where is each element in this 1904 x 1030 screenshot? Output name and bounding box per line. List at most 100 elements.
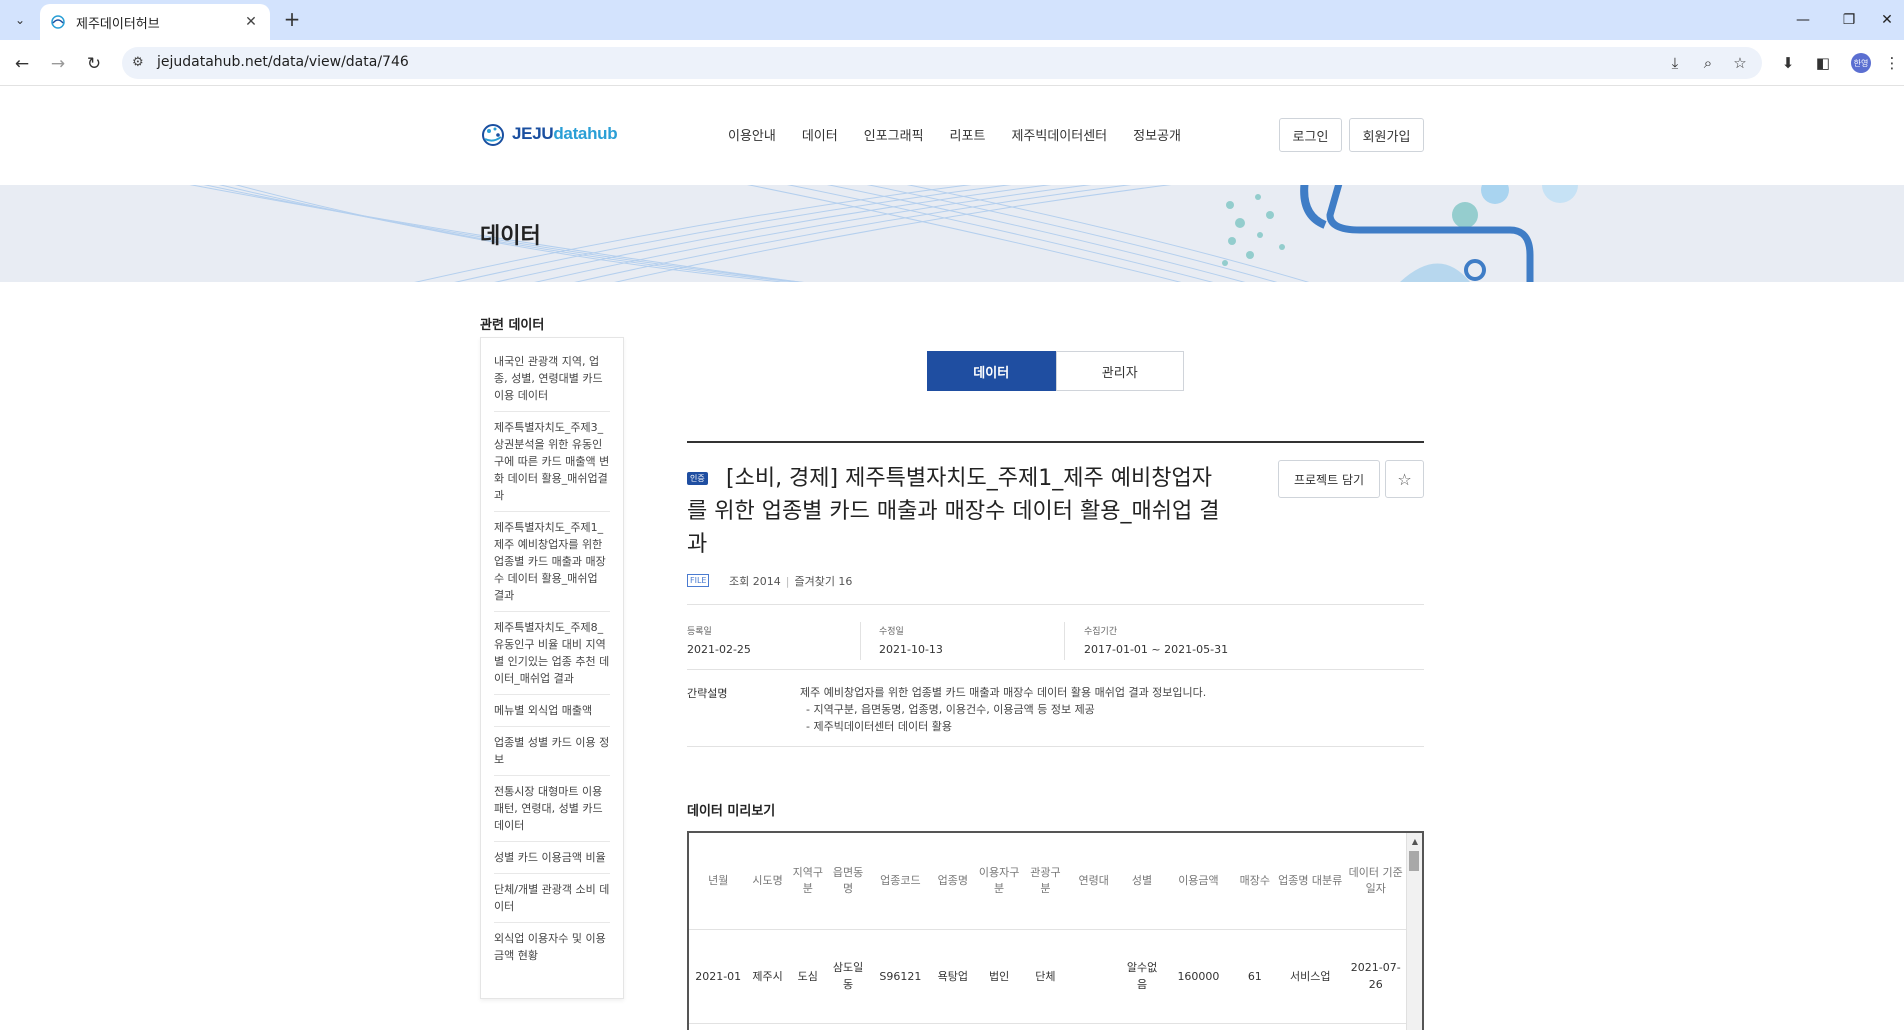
table-scrollbar[interactable]: ▲ bbox=[1406, 833, 1422, 1030]
divider bbox=[1064, 622, 1065, 660]
column-header: 데이터 기준일자 bbox=[1345, 833, 1406, 930]
list-item[interactable]: 제주특별자치도_주제8_유동인구 비율 대비 지역별 인기있는 업종 추천 데이… bbox=[494, 612, 610, 695]
logo-mark-icon bbox=[482, 124, 504, 146]
side-panel-icon[interactable]: ◧ bbox=[1810, 51, 1836, 75]
tab-title: 제주데이터허브 bbox=[76, 16, 160, 32]
column-header: 이용금액 bbox=[1162, 833, 1235, 930]
login-button[interactable]: 로그인 bbox=[1279, 118, 1342, 152]
site-favicon-icon bbox=[51, 15, 65, 29]
file-type-tag: FILE bbox=[687, 574, 710, 587]
certified-badge: 인증 bbox=[687, 472, 708, 485]
new-tab-button[interactable]: + bbox=[280, 8, 304, 32]
list-item[interactable]: 내국인 관광객 지역, 업종, 성별, 연령대별 카드 이용 데이터 bbox=[494, 346, 610, 412]
table-cell: 알수없음 bbox=[1121, 929, 1163, 1024]
nav-item-disclosure[interactable]: 정보공개 bbox=[1133, 125, 1181, 144]
logo-text: JEJUdatahub bbox=[512, 124, 618, 143]
column-header: 읍면동명 bbox=[827, 833, 869, 930]
registered-value: 2021-02-25 bbox=[687, 643, 751, 656]
more-menu-icon[interactable]: ⋮ bbox=[1884, 51, 1900, 75]
column-header: 지역구분 bbox=[787, 833, 828, 930]
downloads-icon[interactable]: ⬇ bbox=[1775, 51, 1801, 75]
table-cell: 욕탕업 bbox=[932, 929, 973, 1024]
column-header: 년월 bbox=[689, 833, 748, 930]
reload-icon[interactable]: ↻ bbox=[80, 50, 108, 78]
nav-item-report[interactable]: 리포트 bbox=[950, 125, 986, 144]
column-header: 연령대 bbox=[1065, 833, 1122, 930]
divider bbox=[687, 604, 1424, 605]
tab-admin[interactable]: 관리자 bbox=[1055, 351, 1184, 391]
list-item[interactable]: 메뉴별 외식업 매출액 bbox=[494, 695, 610, 727]
registered-label: 등록일 bbox=[687, 627, 712, 637]
description-text: 제주 예비창업자를 위한 업종별 카드 매출과 매장수 데이터 활용 매쉬업 결… bbox=[800, 686, 1207, 733]
nav-item-infographic[interactable]: 인포그래픽 bbox=[864, 125, 924, 144]
back-icon[interactable]: ← bbox=[8, 50, 36, 78]
column-header: 매장수 bbox=[1234, 833, 1275, 930]
site-logo[interactable]: JEJUdatahub bbox=[480, 121, 618, 147]
table-cell: 61 bbox=[1234, 929, 1275, 1024]
tab-search-chevron-icon[interactable]: ⌄ bbox=[8, 8, 32, 32]
data-preview-table-frame[interactable]: 년월 시도명 지역구분 읍면동명 업종코드 업종명 이용자구분 관광구분 연령대… bbox=[687, 831, 1424, 1030]
table-cell: 단체 bbox=[1025, 929, 1066, 1024]
divider bbox=[687, 441, 1424, 443]
list-item[interactable]: 외식업 이용자수 및 이용금액 현황 bbox=[494, 923, 610, 971]
collection-period-label: 수집기간 bbox=[1084, 627, 1118, 637]
column-header: 관광구분 bbox=[1025, 833, 1066, 930]
list-item[interactable]: 제주특별자치도_주제1_제주 예비창업자를 위한 업종별 카드 매출과 매장수 … bbox=[494, 512, 610, 612]
table-cell: 삼도일동 bbox=[827, 929, 869, 1024]
detail-tabs: 데이터 관리자 bbox=[927, 351, 1184, 391]
table-cell bbox=[1065, 929, 1122, 1024]
favorite-star-icon[interactable]: ☆ bbox=[1385, 460, 1424, 498]
description-label: 간략설명 bbox=[687, 687, 728, 700]
close-window-icon[interactable]: ✕ bbox=[1864, 0, 1904, 40]
table-cell: 160000 bbox=[1162, 929, 1235, 1024]
related-data-title: 관련 데이터 bbox=[480, 318, 545, 333]
table-header-row: 년월 시도명 지역구분 읍면동명 업종코드 업종명 이용자구분 관광구분 연령대… bbox=[689, 833, 1406, 930]
forward-icon[interactable]: → bbox=[44, 50, 72, 78]
scroll-up-arrow-icon[interactable]: ▲ bbox=[1412, 837, 1418, 846]
site-info-icon[interactable]: ⚙ bbox=[132, 55, 144, 70]
list-item[interactable]: 단체/개별 관광객 소비 데이터 bbox=[494, 874, 610, 923]
related-data-list: 내국인 관광객 지역, 업종, 성별, 연령대별 카드 이용 데이터 제주특별자… bbox=[480, 337, 624, 999]
url-text[interactable]: jejudatahub.net/data/view/data/746 bbox=[157, 54, 409, 70]
download-blocked-icon[interactable]: ⤓ bbox=[1662, 51, 1688, 75]
minimize-icon[interactable]: — bbox=[1780, 0, 1826, 40]
nav-item-guide[interactable]: 이용안내 bbox=[728, 125, 776, 144]
tab-close-icon[interactable]: ✕ bbox=[242, 14, 260, 30]
scroll-thumb[interactable] bbox=[1409, 851, 1419, 871]
add-to-project-button[interactable]: 프로젝트 담기 bbox=[1278, 460, 1380, 498]
favorite-count: 즐겨찾기 16 bbox=[794, 575, 853, 588]
tab-data[interactable]: 데이터 bbox=[927, 351, 1056, 391]
list-item[interactable]: 제주특별자치도_주제3_상권분석을 위한 유동인구에 따른 카드 매출액 변화 … bbox=[494, 412, 610, 512]
main-nav: 이용안내 데이터 인포그래픽 리포트 제주빅데이터센터 정보공개 bbox=[728, 125, 1181, 144]
data-preview-table: 년월 시도명 지역구분 읍면동명 업종코드 업종명 이용자구분 관광구분 연령대… bbox=[689, 833, 1406, 1024]
list-item[interactable]: 성별 카드 이용금액 비율 bbox=[494, 842, 610, 874]
modified-value: 2021-10-13 bbox=[879, 643, 943, 656]
column-header: 이용자구분 bbox=[972, 833, 1026, 930]
list-item[interactable]: 업종별 성별 카드 이용 정보 bbox=[494, 727, 610, 776]
table-cell: 2021-07-26 bbox=[1345, 929, 1406, 1024]
divider bbox=[860, 622, 861, 660]
collection-period-value: 2017-01-01 ~ 2021-05-31 bbox=[1084, 643, 1229, 656]
list-item[interactable]: 전통시장 대형마트 이용패턴, 연령대, 성별 카드 데이터 bbox=[494, 776, 610, 842]
column-header: 업종코드 bbox=[868, 833, 933, 930]
column-header: 업종명 bbox=[932, 833, 973, 930]
table-cell: 서비스업 bbox=[1274, 929, 1346, 1024]
table-cell: 법인 bbox=[972, 929, 1026, 1024]
browser-tab[interactable]: 제주데이터허브 ✕ bbox=[40, 4, 270, 40]
data-preview-title: 데이터 미리보기 bbox=[687, 804, 776, 819]
table-cell: 2021-01 bbox=[689, 929, 748, 1024]
nav-item-data[interactable]: 데이터 bbox=[802, 125, 838, 144]
table-cell: 도심 bbox=[787, 929, 828, 1024]
divider bbox=[687, 746, 1424, 747]
bookmark-star-icon[interactable]: ☆ bbox=[1727, 51, 1753, 75]
profile-avatar[interactable]: 한영 bbox=[1851, 53, 1871, 73]
nav-item-bigdata-center[interactable]: 제주빅데이터센터 bbox=[1011, 125, 1107, 144]
table-cell: S96121 bbox=[868, 929, 933, 1024]
dataset-title: [소비, 경제] 제주특별자치도_주제1_제주 예비창업자를 위한 업종별 카드… bbox=[687, 466, 1220, 557]
view-count: 조회 2014 bbox=[729, 575, 781, 588]
table-row: 2021-01 제주시 도심 삼도일동 S96121 욕탕업 법인 단체 알수없… bbox=[689, 929, 1406, 1024]
zoom-icon[interactable]: ⌕ bbox=[1695, 51, 1721, 75]
banner-decoration bbox=[189, 185, 1578, 282]
table-cell: 제주시 bbox=[747, 929, 788, 1024]
signup-button[interactable]: 회원가입 bbox=[1349, 118, 1424, 152]
